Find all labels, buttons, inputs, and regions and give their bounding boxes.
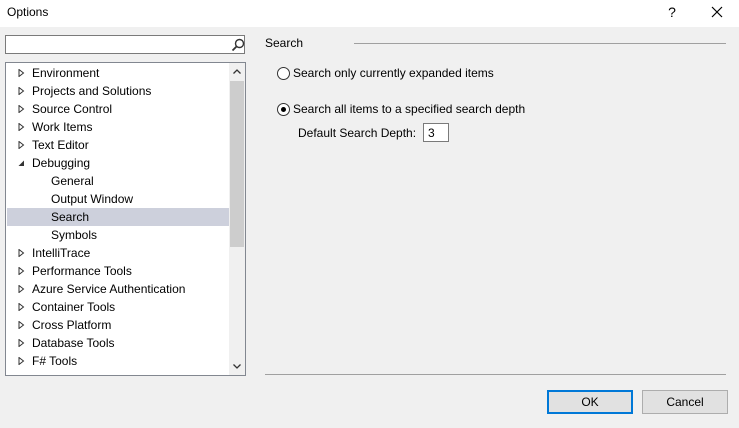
- scroll-up-button[interactable]: [229, 63, 245, 80]
- tree-item[interactable]: Environment: [7, 64, 229, 82]
- expand-arrow-icon[interactable]: [18, 69, 25, 77]
- tree-scrollbar[interactable]: [229, 63, 245, 375]
- tree-item-label: Container Tools: [32, 300, 116, 314]
- expand-arrow-icon[interactable]: [18, 303, 25, 311]
- tree-item-label: Cross Platform: [32, 318, 112, 332]
- tree-item[interactable]: Output Window: [7, 190, 229, 208]
- tree-item[interactable]: Cross Platform: [7, 316, 229, 334]
- depth-label: Default Search Depth:: [298, 126, 417, 140]
- tree-item[interactable]: Search: [7, 208, 229, 226]
- radio-button-depth[interactable]: [277, 103, 290, 116]
- help-button[interactable]: ?: [664, 2, 680, 22]
- search-icon[interactable]: [231, 38, 245, 52]
- tree-item[interactable]: Text Editor: [7, 136, 229, 154]
- tree-item-label: Projects and Solutions: [32, 84, 152, 98]
- tree-item[interactable]: Work Items: [7, 118, 229, 136]
- expand-arrow-icon[interactable]: [18, 141, 25, 149]
- scroll-down-button[interactable]: [229, 358, 245, 375]
- section-title: Search: [265, 36, 304, 50]
- expand-arrow-icon[interactable]: [18, 285, 25, 293]
- tree-item[interactable]: General: [7, 172, 229, 190]
- expand-arrow-icon[interactable]: [18, 249, 25, 257]
- section-divider: [354, 43, 726, 44]
- radio-label-depth: Search all items to a specified search d…: [293, 102, 526, 116]
- expand-arrow-icon[interactable]: [18, 321, 25, 329]
- window-title: Options: [7, 5, 49, 19]
- tree-item-label: Database Tools: [32, 336, 115, 350]
- radio-button-expanded[interactable]: [277, 67, 290, 80]
- expand-arrow-icon[interactable]: [18, 105, 25, 113]
- tree-item-label: Text Editor: [32, 138, 89, 152]
- expand-arrow-icon[interactable]: [18, 123, 25, 131]
- tree-item-label: Debugging: [32, 156, 91, 170]
- scroll-thumb[interactable]: [230, 81, 244, 247]
- chevron-up-icon: [233, 69, 241, 74]
- tree-item-label: IntelliTrace: [32, 246, 91, 260]
- tree-item-label: F# Tools: [32, 354, 78, 368]
- close-button[interactable]: [702, 2, 732, 22]
- expand-arrow-icon[interactable]: [18, 87, 25, 95]
- radio-label-expanded: Search only currently expanded items: [293, 66, 494, 80]
- tree-item[interactable]: Debugging: [7, 154, 229, 172]
- tree-item-label: General: [51, 174, 94, 188]
- chevron-down-icon: [233, 364, 241, 369]
- depth-input[interactable]: [423, 123, 449, 142]
- collapse-arrow-icon[interactable]: [18, 159, 25, 167]
- tree-item-label: Azure Service Authentication: [32, 282, 186, 296]
- cancel-button[interactable]: Cancel: [642, 390, 728, 414]
- ok-button[interactable]: OK: [547, 390, 633, 414]
- tree-item[interactable]: IntelliTrace: [7, 244, 229, 262]
- bottom-divider: [265, 374, 726, 375]
- tree-item[interactable]: Symbols: [7, 226, 229, 244]
- options-tree: F# Tools Database Tools Cross Platform Cont…: [5, 62, 246, 376]
- expand-arrow-icon[interactable]: [18, 339, 25, 347]
- tree-item-label: Environment: [32, 66, 100, 80]
- tree-item[interactable]: Azure Service Authentication: [7, 280, 229, 298]
- tree-item[interactable]: Source Control: [7, 100, 229, 118]
- tree-item-label: Work Items: [32, 120, 93, 134]
- expand-arrow-icon[interactable]: [18, 267, 25, 275]
- tree-item[interactable]: Projects and Solutions: [7, 82, 229, 100]
- tree-item-label: Symbols: [51, 228, 98, 242]
- tree-item[interactable]: Container Tools: [7, 298, 229, 316]
- tree-item[interactable]: F# Tools: [7, 352, 229, 370]
- close-icon: [711, 6, 723, 18]
- radio-selected-dot: [281, 107, 286, 112]
- tree-item-label: Output Window: [51, 192, 134, 206]
- tree-item[interactable]: Performance Tools: [7, 262, 229, 280]
- tree-item-label: Search: [51, 210, 90, 224]
- tree-item-label: Source Control: [32, 102, 113, 116]
- tree-item[interactable]: Database Tools: [7, 334, 229, 352]
- expand-arrow-icon[interactable]: [18, 357, 25, 365]
- options-search-box: [5, 35, 245, 54]
- options-search-input[interactable]: [8, 37, 224, 52]
- tree-item-label: Performance Tools: [32, 264, 132, 278]
- title-bar: Options ?: [0, 0, 739, 27]
